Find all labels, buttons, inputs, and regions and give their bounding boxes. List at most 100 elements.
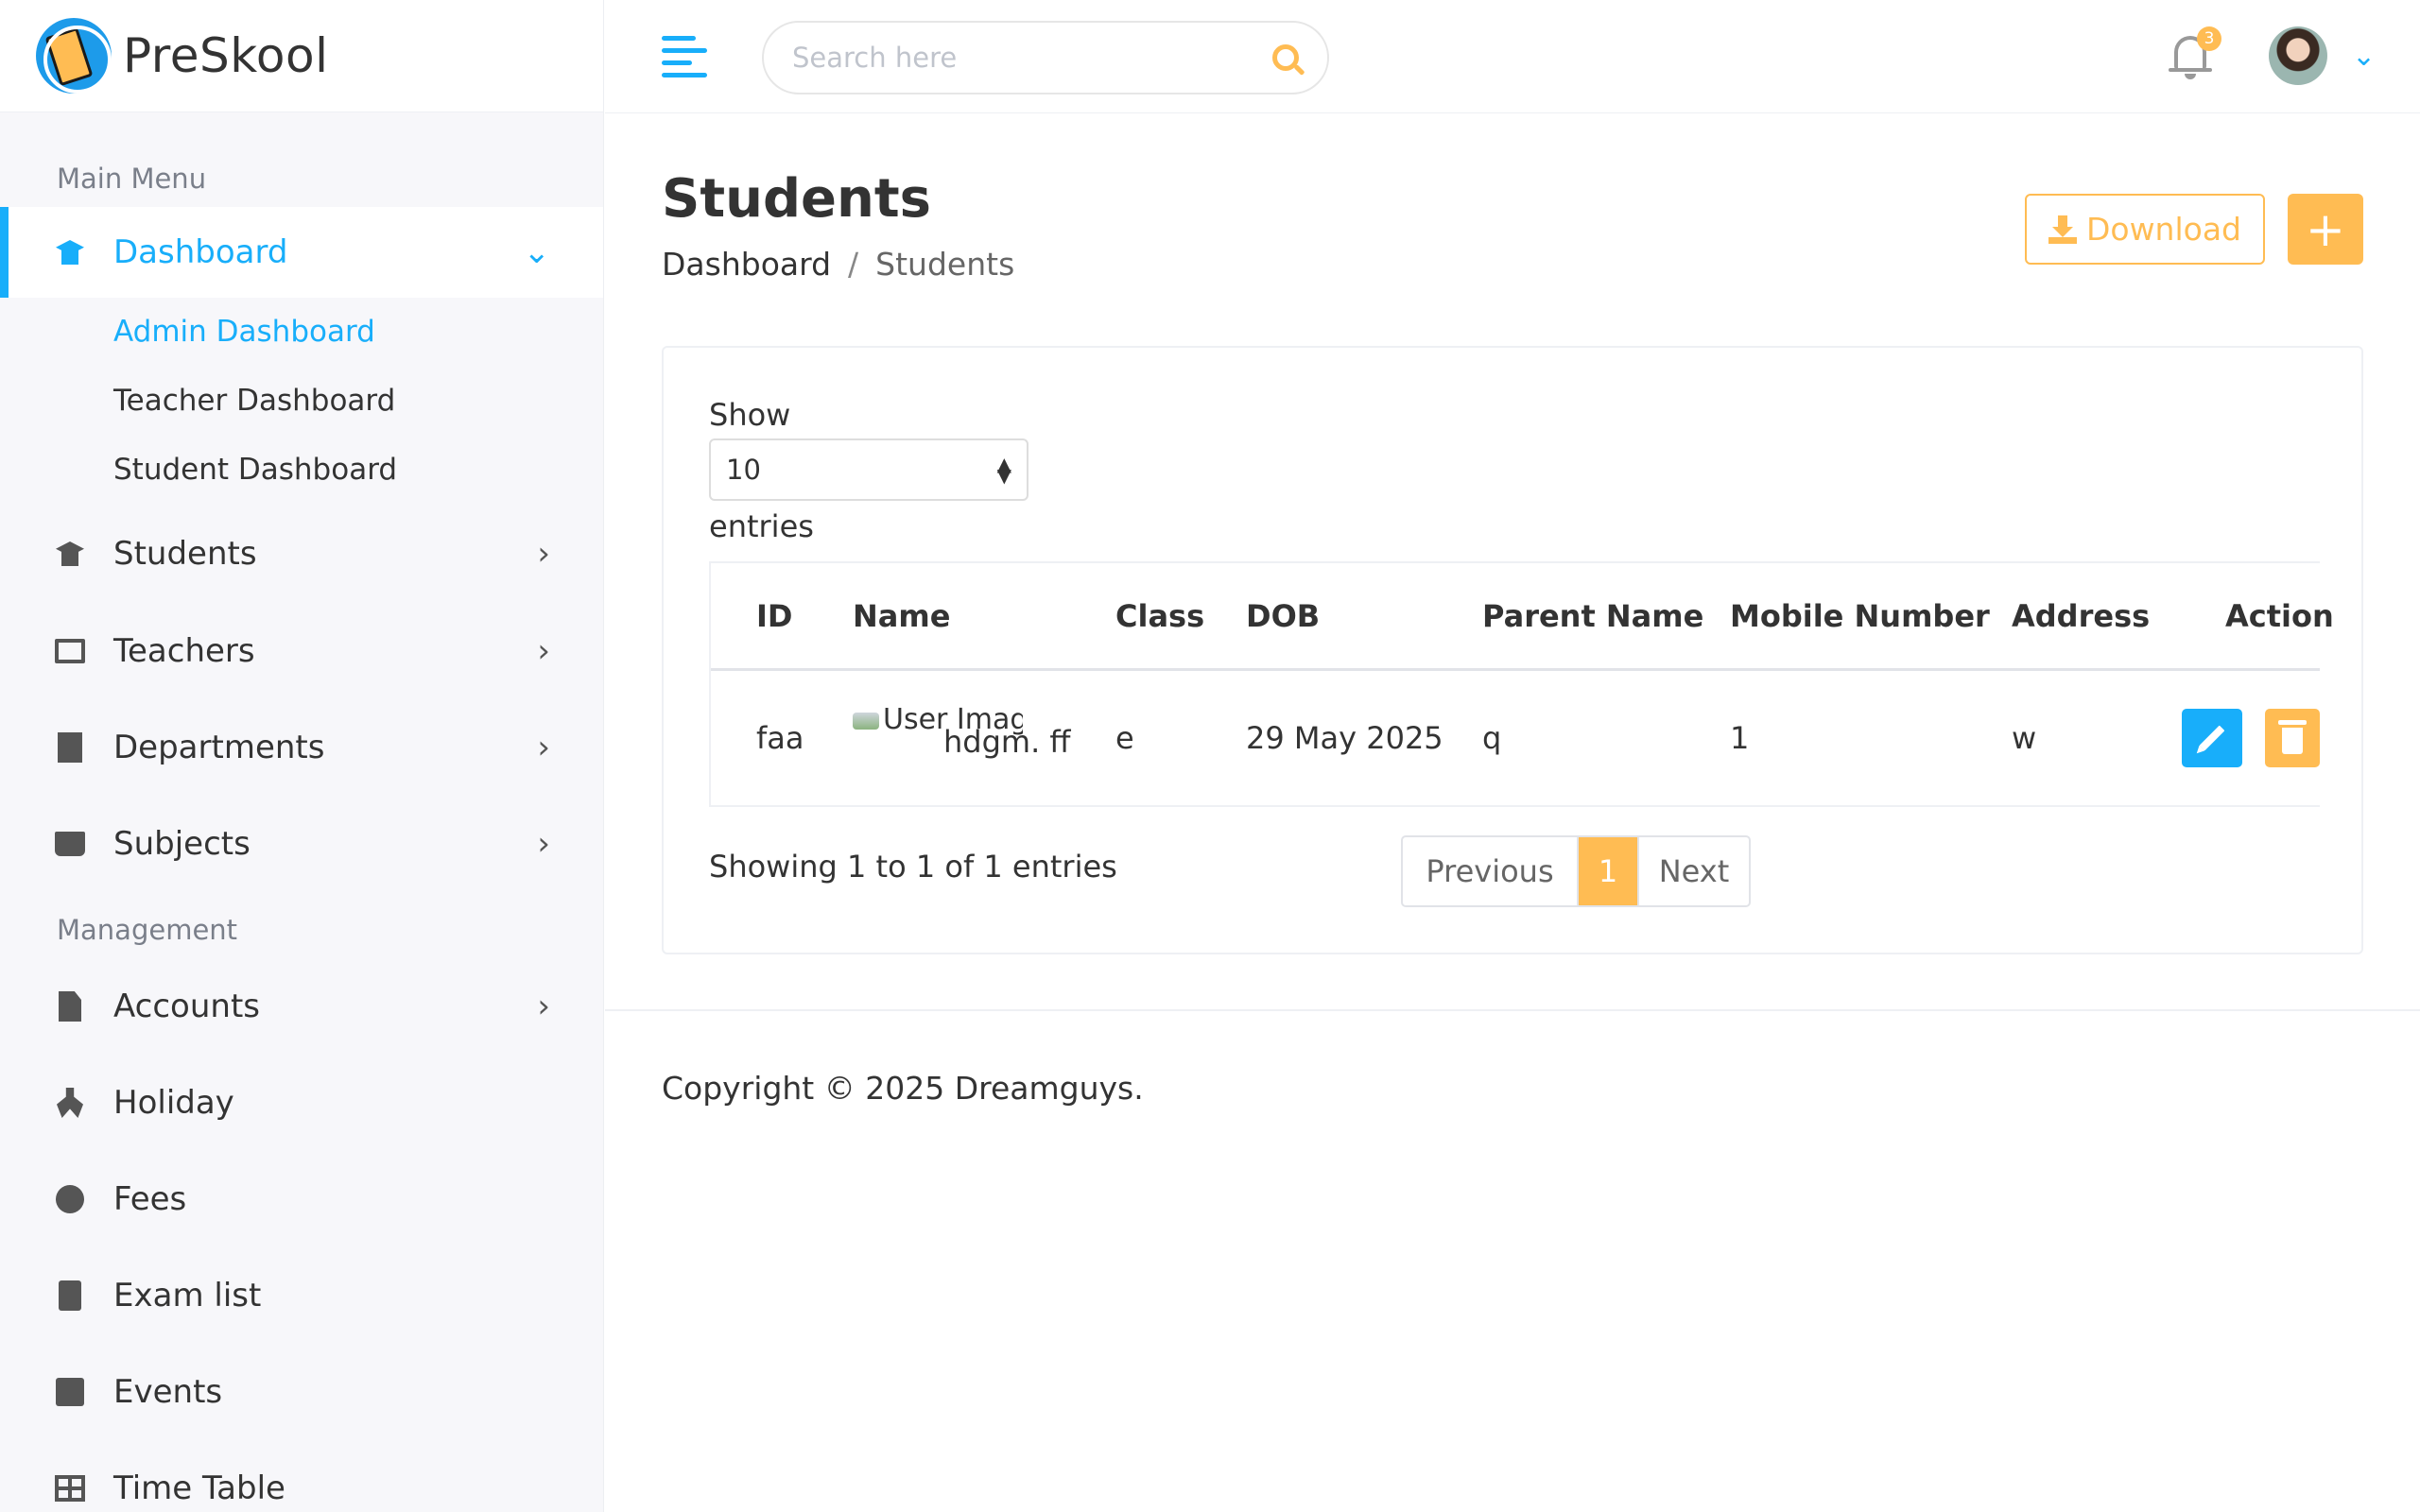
- dashboard-icon: [55, 237, 85, 267]
- logo[interactable]: PreSkool: [0, 0, 603, 112]
- search-input[interactable]: [792, 42, 1272, 74]
- sidebar-item-label: Accounts: [113, 988, 260, 1025]
- sidebar-item-label: Subjects: [113, 825, 251, 863]
- cell-dob: 29 May 2025: [1246, 720, 1443, 756]
- chevron-right-icon: ›: [537, 988, 550, 1025]
- pencil-icon: [2199, 725, 2225, 751]
- sidebar-item-accounts[interactable]: Accounts ›: [0, 958, 603, 1055]
- sidebar-item-label: Events: [113, 1373, 223, 1411]
- management-title: Management: [57, 914, 238, 946]
- sidebar-item-label: Departments: [113, 729, 325, 766]
- cell-mobile-number: 1: [1730, 720, 1750, 756]
- sidebar-item-label: Dashboard: [113, 233, 288, 271]
- cell-address: w: [2012, 720, 2037, 756]
- chevron-right-icon: ›: [537, 825, 550, 863]
- entries-select-value: 10: [726, 454, 761, 486]
- footer-divider: [605, 1009, 2420, 1011]
- building-icon: [55, 732, 85, 763]
- table-row: faa User Image hdgm. ff e 29 May 2025 q …: [711, 671, 2320, 807]
- table-info: Showing 1 to 1 of 1 entries: [709, 849, 1117, 885]
- column-header-dob[interactable]: DOB: [1246, 598, 1320, 634]
- cell-id: faa: [756, 720, 804, 756]
- column-header-name[interactable]: Name: [853, 598, 950, 634]
- file-invoice-dollar-icon: [55, 991, 85, 1022]
- column-header-class[interactable]: Class: [1115, 598, 1204, 634]
- pagination-page-1[interactable]: 1: [1579, 837, 1637, 905]
- chevron-right-icon: ›: [537, 632, 550, 670]
- sidebar-item-dashboard[interactable]: Dashboard ⌄: [0, 207, 603, 298]
- sidebar-item-label: Exam list: [113, 1277, 262, 1314]
- delete-button[interactable]: [2265, 709, 2320, 767]
- book-reader-icon: [55, 829, 85, 859]
- show-label: Show: [709, 397, 791, 433]
- download-button[interactable]: Download: [2025, 194, 2265, 265]
- students-table-card: Show 10 ▲ ▼ entries ID Name Class DOB Par…: [662, 346, 2363, 954]
- download-label: Download: [2085, 211, 2242, 248]
- pagination-next[interactable]: Next: [1637, 837, 1749, 905]
- notification-bell-icon[interactable]: 3: [2169, 26, 2221, 81]
- page-title: Students: [662, 168, 932, 230]
- sidebar-item-label: Holiday: [113, 1084, 234, 1122]
- trash-icon: [2278, 720, 2307, 754]
- graduation-cap-icon: [55, 539, 85, 569]
- download-icon: [2048, 215, 2077, 244]
- cell-parent-name: q: [1482, 720, 1502, 756]
- notification-count-badge: 3: [2197, 26, 2221, 51]
- sidebar-item-label: Fees: [113, 1180, 187, 1218]
- column-header-id[interactable]: ID: [756, 598, 792, 634]
- sidebar-item-students[interactable]: Students ›: [0, 505, 603, 603]
- logo-icon: [36, 18, 112, 94]
- top-header: 3 ⌄: [605, 0, 2420, 113]
- column-header-address[interactable]: Address: [2012, 598, 2150, 634]
- column-header-mobile-number[interactable]: Mobile Number: [1730, 598, 1990, 634]
- clipboard-list-icon: [55, 1280, 85, 1311]
- chevron-down-icon: ⌄: [523, 233, 551, 271]
- sidebar-item-label: Time Table: [113, 1469, 285, 1507]
- main-menu-title: Main Menu: [57, 163, 207, 195]
- sidebar-item-subjects[interactable]: Subjects ›: [0, 796, 603, 892]
- table-icon: [55, 1473, 85, 1503]
- sidebar-item-fees[interactable]: Fees: [0, 1151, 603, 1247]
- table-header-row: ID Name Class DOB Parent Name Mobile Num…: [711, 563, 2334, 671]
- sidebar-item-label: Students: [113, 535, 257, 573]
- search-box: [762, 21, 1329, 94]
- sidebar-item-departments[interactable]: Departments ›: [0, 699, 603, 796]
- column-header-action: Action: [2225, 597, 2334, 634]
- edit-button[interactable]: [2182, 709, 2242, 767]
- breadcrumb-dashboard-link[interactable]: Dashboard: [662, 246, 831, 283]
- search-icon[interactable]: [1272, 44, 1299, 71]
- cell-class: e: [1115, 720, 1134, 756]
- chevron-down-icon[interactable]: ⌄: [2352, 40, 2376, 73]
- sidebar-sub-student-dashboard[interactable]: Student Dashboard: [0, 436, 603, 505]
- students-table: ID Name Class DOB Parent Name Mobile Num…: [709, 561, 2334, 807]
- holiday-icon: [55, 1088, 85, 1118]
- sidebar-item-teachers[interactable]: Teachers ›: [0, 603, 603, 699]
- sidebar-item-events[interactable]: Events: [0, 1344, 603, 1440]
- footer-copyright: Copyright © 2025 Dreamguys.: [662, 1070, 1144, 1107]
- menu-toggle-icon[interactable]: [662, 36, 707, 77]
- sidebar-item-holiday[interactable]: Holiday: [0, 1055, 603, 1151]
- chevron-right-icon: ›: [537, 535, 550, 573]
- entries-label: entries: [709, 508, 814, 544]
- add-student-button[interactable]: +: [2288, 194, 2363, 265]
- calendar-icon: [55, 1377, 85, 1407]
- chevron-right-icon: ›: [537, 729, 550, 766]
- select-arrows-icon: ▲ ▼: [996, 453, 1011, 487]
- sidebar-sub-teacher-dashboard[interactable]: Teacher Dashboard: [0, 367, 603, 436]
- breadcrumb-separator: /: [848, 246, 859, 283]
- chalkboard-teacher-icon: [55, 636, 85, 666]
- sidebar: PreSkool Main Menu Dashboard ⌄ Admin Das…: [0, 0, 604, 1512]
- sidebar-sub-admin-dashboard[interactable]: Admin Dashboard: [0, 298, 603, 367]
- sidebar-item-exam-list[interactable]: Exam list: [0, 1247, 603, 1344]
- column-header-parent-name[interactable]: Parent Name: [1482, 598, 1703, 634]
- cell-name[interactable]: hdgm. ff: [943, 724, 1070, 760]
- user-avatar[interactable]: [2269, 26, 2327, 85]
- comment-dollar-icon: [55, 1184, 85, 1214]
- sidebar-item-time-table[interactable]: Time Table: [0, 1440, 603, 1512]
- entries-per-page-select[interactable]: 10 ▲ ▼: [709, 438, 1028, 501]
- sidebar-item-label: Teachers: [113, 632, 255, 670]
- app-name: PreSkool: [123, 28, 329, 83]
- pagination-previous[interactable]: Previous: [1403, 837, 1579, 905]
- breadcrumb: Dashboard / Students: [662, 246, 1014, 283]
- breadcrumb-current: Students: [875, 246, 1015, 283]
